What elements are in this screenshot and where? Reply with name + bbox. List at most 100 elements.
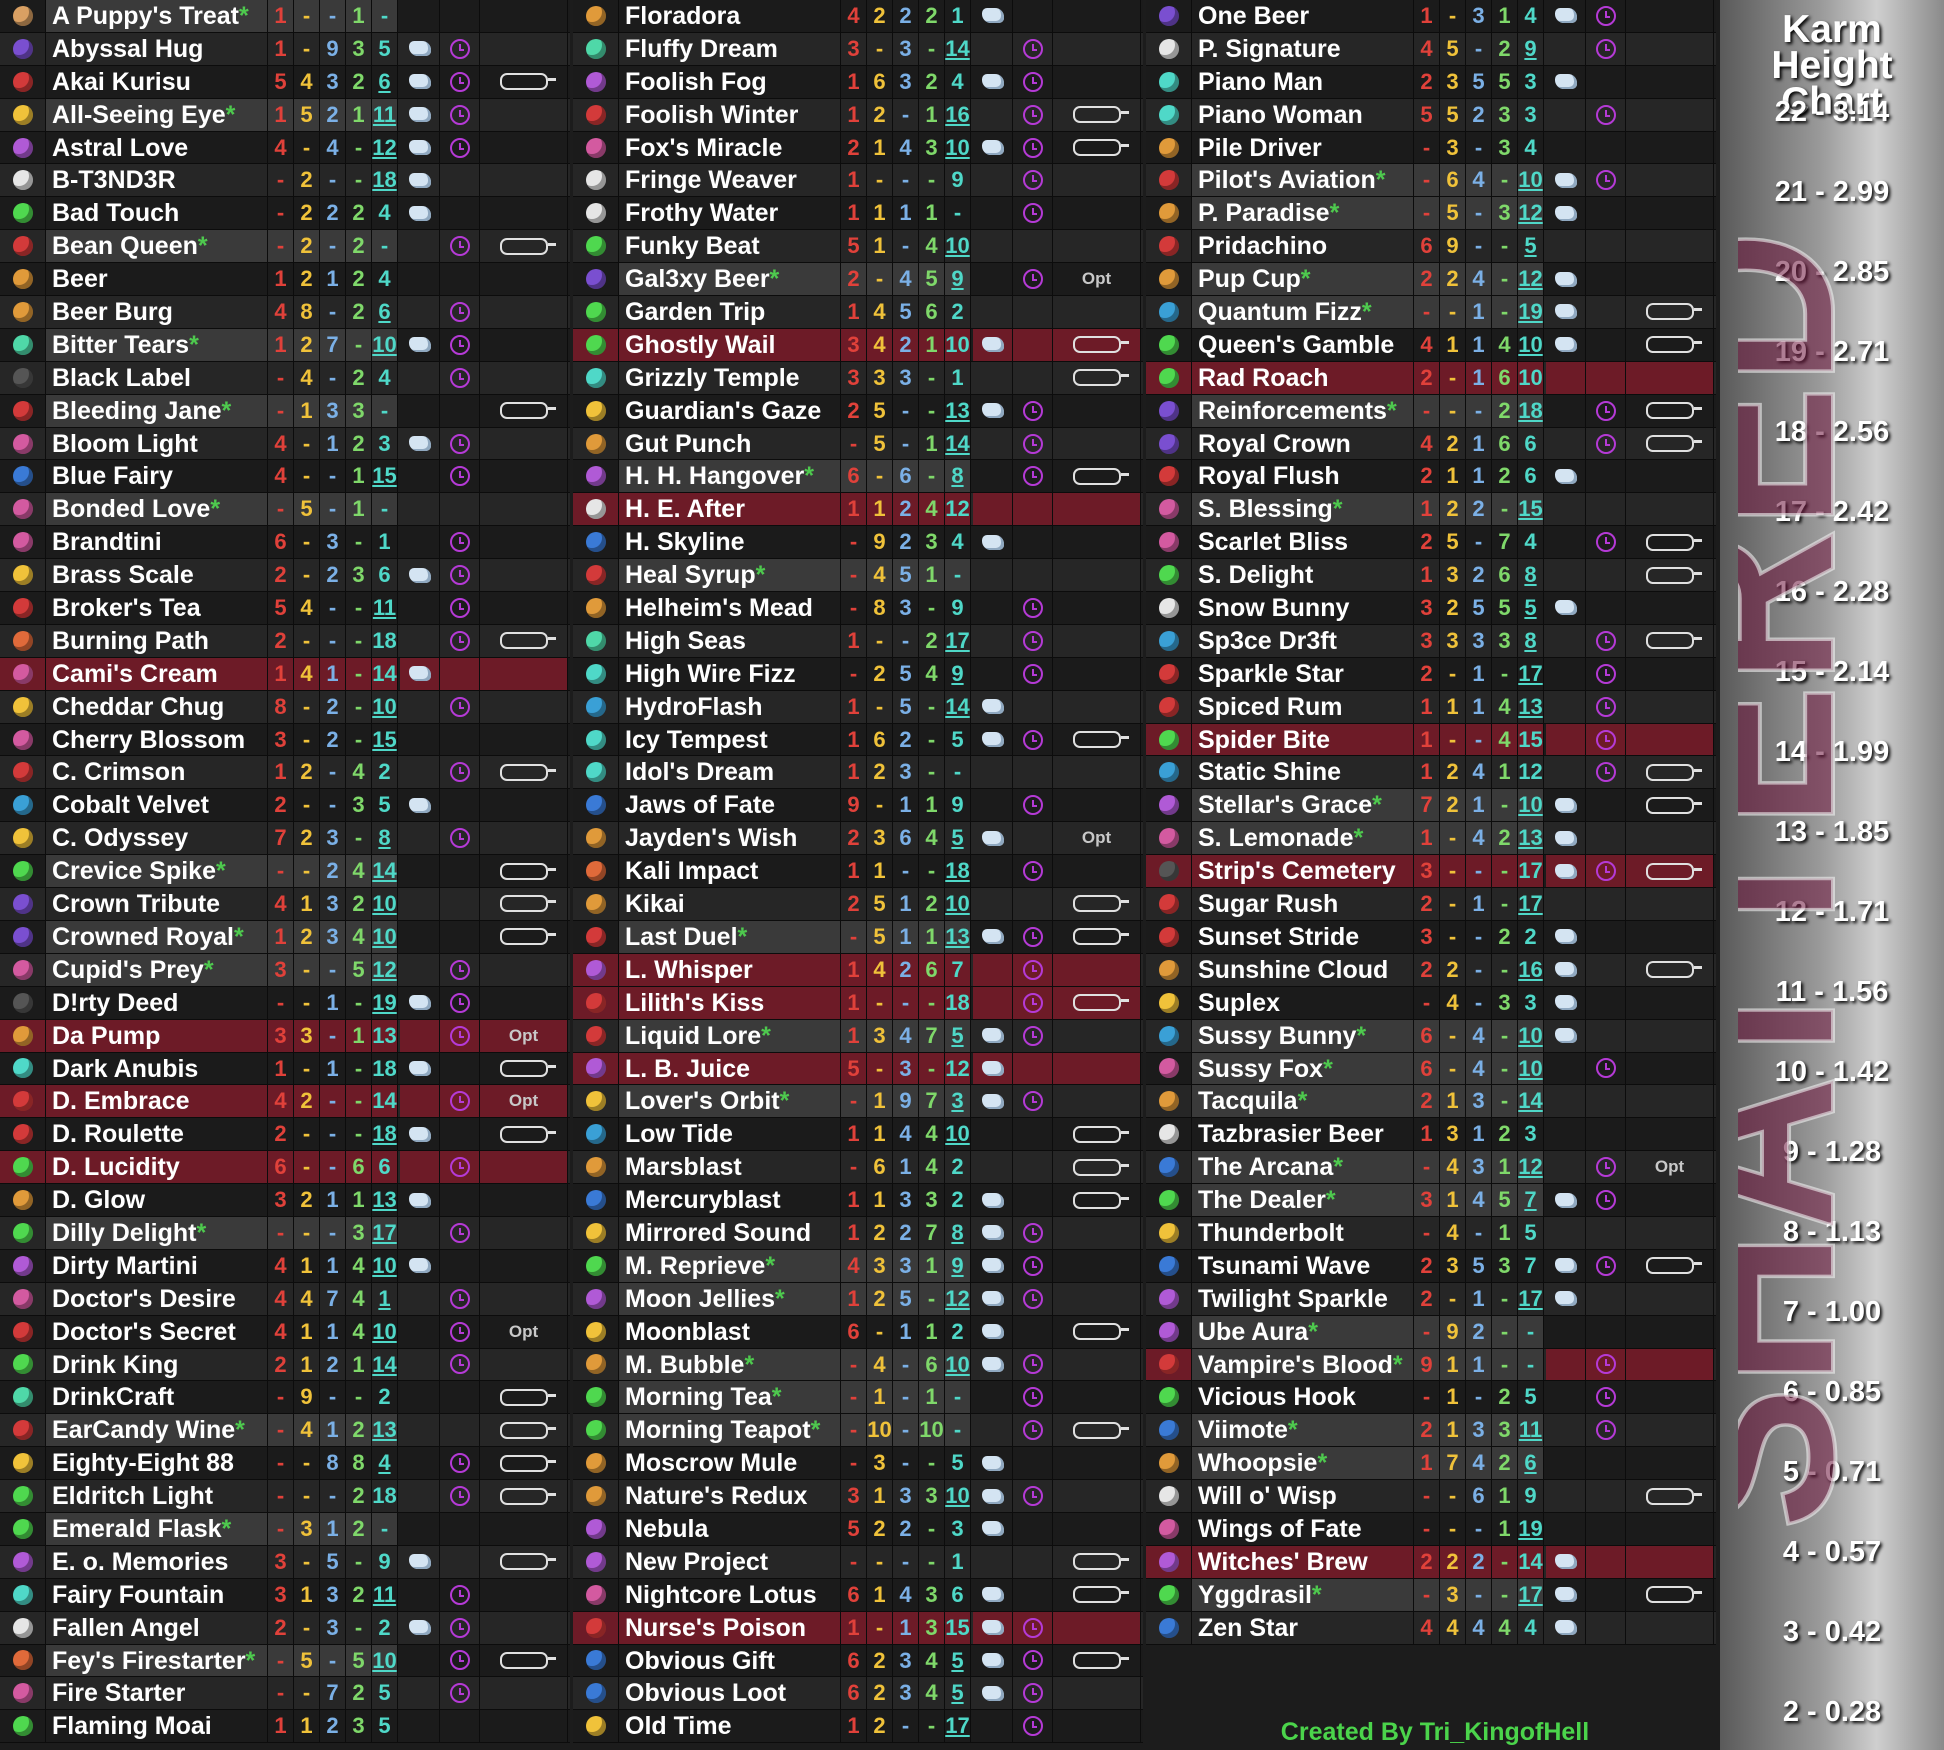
drink-row[interactable]: Zen Star 4 4 4 4 4 <box>1146 1611 1716 1645</box>
drink-row[interactable]: High Seas 1- -2 17 <box>573 624 1143 658</box>
drink-row[interactable]: Quantum Fizz--1-19 <box>1146 296 1716 329</box>
drink-row[interactable]: Crowned Royal123410 <box>0 920 570 954</box>
drink-row[interactable]: M. Reprieve43319 <box>573 1249 1143 1283</box>
drink-row[interactable]: Sussy Bunny6-4-10 <box>1146 1019 1716 1053</box>
drink-row[interactable]: High Wire Fizz -2 5 4 9 <box>573 657 1143 691</box>
drink-row[interactable]: S. Delight 1 3 2 6 8 <box>1146 559 1716 593</box>
drink-row[interactable]: Cherry Blossom 3-2-15 <box>0 723 570 757</box>
drink-row[interactable]: Fairy Fountain 3 1 3 2 11 <box>0 1578 570 1612</box>
drink-row[interactable]: All-Seeing Eye152111 <box>0 98 570 132</box>
drink-row[interactable]: Whoopsie17426 <box>1146 1447 1716 1481</box>
drink-row[interactable]: Cami's Cream 1 4 1-14 <box>0 657 570 691</box>
drink-row[interactable]: Snow Bunny 3 2 5 5 5 <box>1146 592 1716 625</box>
drink-row[interactable]: Fire Starter - -7 2 5 <box>0 1677 570 1711</box>
drink-row[interactable]: Tacquila213-14 <box>1146 1085 1716 1119</box>
drink-row[interactable]: Liquid Lore13475 <box>573 1019 1143 1053</box>
drink-row[interactable]: Tazbrasier Beer 1 3 1 2 3 <box>1146 1118 1716 1152</box>
drink-row[interactable]: Sparkle Star 2-1-17 <box>1146 657 1716 691</box>
drink-row[interactable]: L. Whisper 1 4 2 6 7 <box>573 953 1143 987</box>
drink-row[interactable]: H. Skyline -9 2 3 4 <box>573 526 1143 560</box>
drink-row[interactable]: Foolish Winter 1 2-1 16 <box>573 98 1143 132</box>
drink-row[interactable]: Nature's Redux 3 1 3 3 10 <box>573 1480 1143 1513</box>
drink-row[interactable]: Bleeding Jane-133- <box>0 394 570 428</box>
drink-row[interactable]: P. Paradise-5-312 <box>1146 197 1716 231</box>
drink-row[interactable]: Bad Touch -2 2 2 4 <box>0 197 570 231</box>
drink-row[interactable]: M. Bubble-4-610 <box>573 1348 1143 1382</box>
drink-row[interactable]: Astral Love 4-4-12 <box>0 131 570 165</box>
drink-row[interactable]: D. Glow 3 2 1 1 13 <box>0 1184 570 1217</box>
drink-row[interactable]: New Project - - - -1 <box>573 1545 1143 1579</box>
drink-row[interactable]: Flaming Moai 1 1 2 3 5 <box>0 1710 570 1744</box>
drink-row[interactable]: Crown Tribute 4 1 3 2 10 <box>0 888 570 921</box>
drink-row[interactable]: Foolish Fog 1 6 3 2 4 <box>573 65 1143 99</box>
drink-row[interactable]: Queen's Gamble 4 1 1 4 10 <box>1146 328 1716 362</box>
drink-row[interactable]: Morning Tea-1-1- <box>573 1381 1143 1415</box>
drink-row[interactable]: Black Label -4-2 4 <box>0 361 570 395</box>
drink-row[interactable]: Vicious Hook -1-2 5 <box>1146 1381 1716 1415</box>
drink-row[interactable]: E. o. Memories 3-5-9 <box>0 1545 570 1579</box>
drink-row[interactable]: Fluffy Dream 3-3-14 <box>573 32 1143 66</box>
drink-row[interactable]: Twilight Sparkle 2-1-17 <box>1146 1282 1716 1316</box>
drink-row[interactable]: Floradora 4 2 2 2 1 <box>573 0 1143 33</box>
drink-row[interactable]: Eighty-Eight 88- -8 8 4 <box>0 1447 570 1481</box>
drink-row[interactable]: Beer 1 2 1 2 4 <box>0 263 570 297</box>
drink-row[interactable]: Marsblast -6 1 4 2 <box>573 1151 1143 1185</box>
drink-row[interactable]: Guardian's Gaze 2 5- -13 <box>573 394 1143 428</box>
drink-row[interactable]: Royal Crown 4 2 1 6 6 <box>1146 427 1716 461</box>
drink-row[interactable]: Scarlet Bliss 2 5-7 4 <box>1146 526 1716 560</box>
drink-row[interactable]: Sp3ce Dr3ft 3 3 3 3 8 <box>1146 624 1716 658</box>
drink-row[interactable]: Funky Beat 5 1-4 10 <box>573 230 1143 264</box>
drink-row[interactable]: Old Time 1 2- -17 <box>573 1710 1143 1744</box>
drink-row[interactable]: Last Duel-51113 <box>573 920 1143 954</box>
drink-row[interactable]: Grizzly Temple 3 3 3-1 <box>573 361 1143 395</box>
drink-row[interactable]: Cobalt Velvet 2- -3 5 <box>0 789 570 823</box>
drink-row[interactable]: Sunshine Cloud 2 2- -16 <box>1146 953 1716 987</box>
drink-row[interactable]: L. B. Juice 5-3-12 <box>573 1052 1143 1086</box>
drink-row[interactable]: Dark Anubis 1-1-18 <box>0 1052 570 1086</box>
drink-row[interactable]: Will o' Wisp - -6 1 9 <box>1146 1480 1716 1513</box>
drink-row[interactable]: Pridachino 6 9- -5 <box>1146 230 1716 264</box>
drink-row[interactable]: Idol's Dream 1 2 3- - <box>573 756 1143 790</box>
drink-row[interactable]: C. Crimson 1 2-4 2 <box>0 756 570 790</box>
drink-row[interactable]: One Beer 1-3 1 4 <box>1146 0 1716 33</box>
drink-row[interactable]: Dilly Delight---317 <box>0 1216 570 1250</box>
drink-row[interactable]: Doctor's Desire 4 4 7 4 1 <box>0 1282 570 1316</box>
drink-row[interactable]: Nurse's Poison 1-1 3 15 <box>573 1611 1143 1645</box>
drink-row[interactable]: Moscrow Mule -3- -5 <box>573 1447 1143 1481</box>
drink-row[interactable]: Sugar Rush 2-1-17 <box>1146 888 1716 921</box>
drink-row[interactable]: Suplex -4-3 3 <box>1146 986 1716 1020</box>
drink-row[interactable]: Drink King 2 1 2 1 14 <box>0 1348 570 1382</box>
drink-row[interactable]: H. E. After 1 1 2 4 12 <box>573 493 1143 527</box>
drink-row[interactable]: D. Roulette 2- - -18 <box>0 1118 570 1152</box>
drink-row[interactable]: Strip's Cemetery 3- - -17 <box>1146 855 1716 889</box>
drink-row[interactable]: Pup Cup224-12 <box>1146 263 1716 297</box>
drink-row[interactable]: Da Pump 3 3-1 13 Opt <box>0 1019 570 1053</box>
drink-row[interactable]: Jayden's Wish 2 3 6 4 5 Opt <box>573 822 1143 856</box>
drink-row[interactable]: Low Tide 1 1 4 4 10 <box>573 1118 1143 1152</box>
drink-row[interactable]: Cheddar Chug 8-2-10 <box>0 690 570 724</box>
drink-row[interactable]: Broker's Tea 5 4- -11 <box>0 592 570 625</box>
drink-row[interactable]: Dirty Martini 4 1 1 4 10 <box>0 1249 570 1283</box>
drink-row[interactable]: D. Embrace 4 2- -14 Opt <box>0 1085 570 1119</box>
drink-row[interactable]: Ghostly Wail 3 4 2 1 10 <box>573 328 1143 362</box>
drink-row[interactable]: Spider Bite 1- -4 15 <box>1146 723 1716 757</box>
drink-row[interactable]: Reinforcements---218 <box>1146 394 1716 428</box>
drink-row[interactable]: Spiced Rum 1 1 1 4 13 <box>1146 690 1716 724</box>
drink-row[interactable]: Yggdrasil-3--17 <box>1146 1578 1716 1612</box>
drink-row[interactable]: Bloom Light 4-1 2 3 <box>0 427 570 461</box>
drink-row[interactable]: Mercuryblast 1 1 3 3 2 <box>573 1184 1143 1217</box>
drink-row[interactable]: Nebula 5 2 2-3 <box>573 1512 1143 1546</box>
drink-row[interactable]: Pilot's Aviation-64-10 <box>1146 164 1716 198</box>
drink-row[interactable]: Morning Teapot-10-10- <box>573 1414 1143 1448</box>
drink-row[interactable]: Brandtini 6-3-1 <box>0 526 570 560</box>
drink-row[interactable]: HydroFlash 1-5-14 <box>573 690 1143 724</box>
drink-row[interactable]: Kali Impact 1 1- -18 <box>573 855 1143 889</box>
drink-row[interactable]: Cupid's Prey3--512 <box>0 953 570 987</box>
drink-row[interactable]: Emerald Flask-312- <box>0 1512 570 1546</box>
drink-row[interactable]: Sussy Fox6-4-10 <box>1146 1052 1716 1086</box>
drink-row[interactable]: Doctor's Secret 4 1 1 4 10 Opt <box>0 1315 570 1349</box>
drink-row[interactable]: C. Odyssey 7 2 3-8 <box>0 822 570 856</box>
drink-row[interactable]: Piano Man 2 3 5 5 3 <box>1146 65 1716 99</box>
drink-row[interactable]: D!rty Deed - -1-19 <box>0 986 570 1020</box>
drink-row[interactable]: Bean Queen-2-2- <box>0 230 570 264</box>
